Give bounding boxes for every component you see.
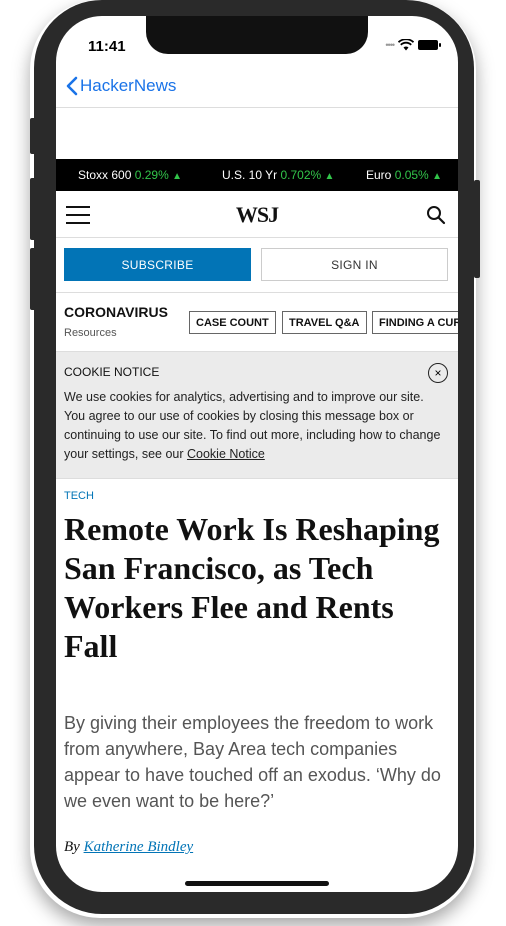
volume-up-button — [30, 178, 36, 240]
cookie-notice: COOKIE NOTICE × We use cookies for analy… — [56, 351, 458, 479]
ticker-item[interactable]: U.S. 10 Yr 0.702% ▲ — [222, 168, 334, 182]
power-button — [474, 180, 480, 278]
ticker-value: 0.05% — [394, 168, 429, 182]
ticker-item[interactable]: Stoxx 600 0.29% ▲ — [78, 168, 182, 182]
up-arrow-icon: ▲ — [432, 171, 442, 182]
byline-prefix: By — [64, 839, 84, 855]
search-icon[interactable] — [426, 205, 446, 225]
chip-case-count[interactable]: CASE COUNT — [189, 311, 276, 334]
coronavirus-subtitle: Resources — [64, 327, 117, 339]
back-label: HackerNews — [80, 76, 177, 95]
site-header: WSJ — [56, 192, 458, 238]
chip-travel-qa[interactable]: TRAVEL Q&A — [282, 311, 367, 334]
sign-in-button[interactable]: SIGN IN — [261, 248, 448, 281]
cookie-notice-text: We use cookies for analytics, advertisin… — [64, 388, 444, 464]
subscribe-button[interactable]: SUBSCRIBE — [64, 248, 251, 281]
phone-screen: 11:41 •••• HackerNews Stoxx 600 0.29% ▲ … — [56, 16, 458, 892]
section-tag[interactable]: TECH — [64, 490, 94, 502]
wsj-logo[interactable]: WSJ — [56, 202, 458, 228]
home-indicator[interactable] — [185, 881, 329, 886]
status-icons: •••• — [385, 39, 441, 51]
signal-icon: •••• — [385, 40, 395, 50]
mute-switch — [30, 118, 36, 154]
byline: By Katherine Bindley — [64, 839, 193, 856]
up-arrow-icon: ▲ — [172, 171, 182, 182]
ticker-value: 0.29% — [134, 168, 169, 182]
back-button[interactable]: HackerNews — [66, 76, 176, 96]
battery-icon — [418, 40, 441, 50]
market-ticker: Stoxx 600 0.29% ▲ U.S. 10 Yr 0.702% ▲ Eu… — [56, 159, 458, 191]
nav-divider — [56, 107, 458, 108]
wifi-icon — [398, 39, 414, 51]
ticker-name: Stoxx 600 — [78, 168, 132, 182]
coronavirus-title: CORONAVIRUS — [64, 304, 168, 320]
volume-down-button — [30, 248, 36, 310]
article-headline: Remote Work Is Reshaping San Francisco, … — [64, 511, 440, 664]
cookie-notice-title: COOKIE NOTICE — [64, 365, 160, 379]
cookie-notice-link[interactable]: Cookie Notice — [187, 447, 265, 461]
close-icon[interactable]: × — [428, 363, 448, 383]
author-link[interactable]: Katherine Bindley — [84, 839, 194, 855]
ticker-name: U.S. 10 Yr — [222, 168, 278, 182]
notch — [146, 16, 368, 54]
ticker-value: 0.702% — [280, 168, 322, 182]
chip-finding-a-cure[interactable]: FINDING A CUR — [372, 311, 458, 334]
ticker-item[interactable]: Euro 0.05% ▲ — [366, 168, 442, 182]
ticker-name: Euro — [366, 168, 392, 182]
chevron-left-icon — [66, 76, 78, 96]
article-dek: By giving their employees the freedom to… — [64, 713, 441, 811]
status-time: 11:41 — [88, 38, 126, 55]
up-arrow-icon: ▲ — [324, 171, 335, 182]
divider — [56, 292, 458, 293]
